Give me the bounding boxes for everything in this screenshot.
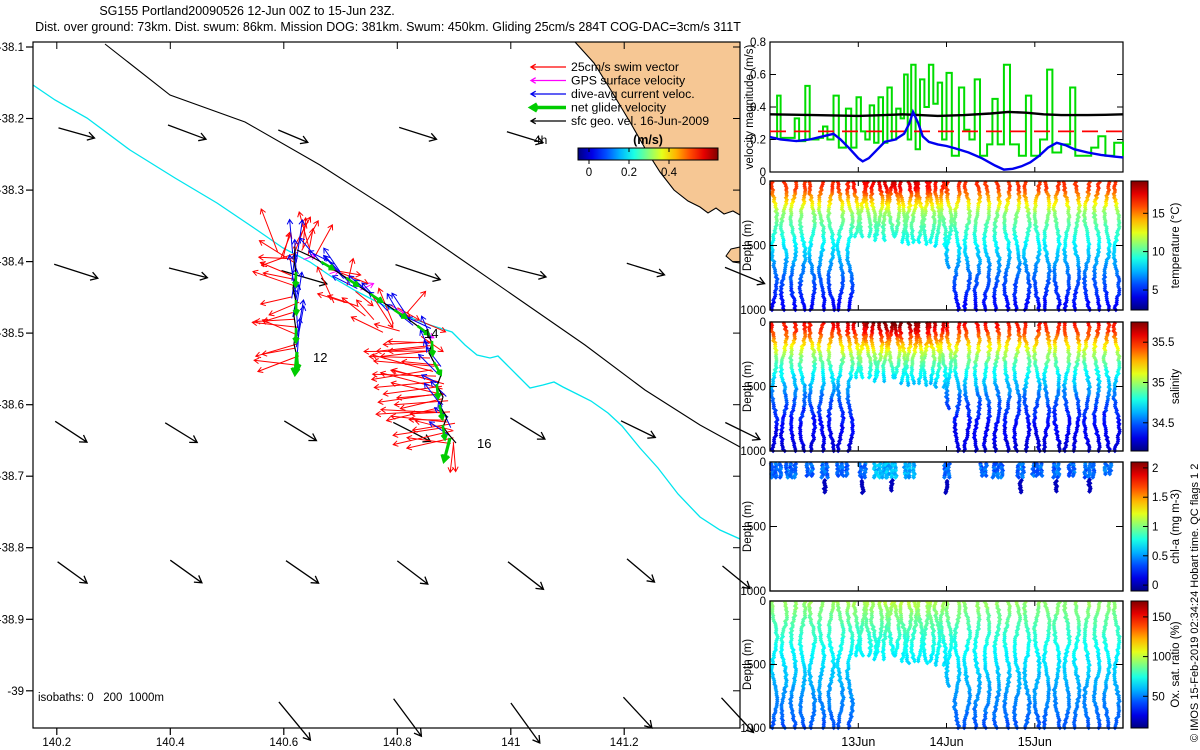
svg-text:140.2: 140.2	[42, 737, 71, 749]
map-panel: 12 14 16 -38.1 -38.2 -38.3 -38.4 -38.5 -38.6 -38.…	[0, 41, 766, 749]
svg-text:10: 10	[1152, 247, 1165, 259]
svg-text:0.2: 0.2	[621, 167, 637, 179]
time-axis-labels: 13Jun 14Jun 15Jun	[841, 735, 1052, 749]
svg-text:Depth (m): Depth (m)	[742, 220, 754, 271]
svg-text:140.4: 140.4	[156, 737, 185, 749]
svg-text:GPS surface velocity: GPS surface velocity	[571, 74, 686, 88]
svg-text:140.6: 140.6	[269, 737, 298, 749]
svg-text:-39: -39	[7, 686, 24, 698]
svg-text:© IMOS 15-Feb-2019 02:34:24 Ho: © IMOS 15-Feb-2019 02:34:24 Hobart time.…	[1189, 464, 1200, 742]
svg-text:-38.8: -38.8	[0, 543, 24, 555]
svg-text:-38.6: -38.6	[0, 400, 24, 412]
svg-text:velocity magnitude (m/s): velocity magnitude (m/s)	[744, 45, 756, 170]
svg-text:-38.5: -38.5	[0, 328, 24, 340]
svg-text:150: 150	[1152, 612, 1171, 624]
svg-text:141.2: 141.2	[610, 737, 639, 749]
svg-text:100: 100	[1152, 652, 1171, 664]
svg-text:temperature (°C): temperature (°C)	[1170, 202, 1182, 288]
svg-text:50: 50	[1152, 691, 1165, 703]
svg-text:15: 15	[1152, 208, 1165, 220]
svg-text:0: 0	[760, 596, 766, 608]
svg-text:chl-a (mg m-3): chl-a (mg m-3)	[1170, 489, 1182, 564]
svg-text:34.5: 34.5	[1152, 418, 1174, 430]
surface-geostrophic-arrows	[54, 124, 766, 745]
svg-text:0: 0	[760, 457, 766, 469]
svg-text:35.5: 35.5	[1152, 337, 1174, 349]
imos-watermark: © IMOS 15-Feb-2019 02:34:24 Hobart time.…	[1189, 464, 1200, 742]
svg-text:1: 1	[1152, 522, 1158, 534]
svg-text:Depth (m): Depth (m)	[742, 639, 754, 690]
svg-text:0: 0	[586, 167, 592, 179]
svg-text:25cm/s swim vector: 25cm/s swim vector	[571, 60, 679, 74]
svg-text:12: 12	[313, 350, 327, 365]
svg-text:sfc geo. vel. 16-Jun-2009: sfc geo. vel. 16-Jun-2009	[571, 114, 709, 128]
svg-text:35: 35	[1152, 378, 1165, 390]
svg-text:net glider velocity: net glider velocity	[571, 101, 667, 115]
chl-a-section: 05001000Depth (m)00.511.52chl-a (mg m-3)	[740, 457, 1182, 598]
velocity-panel: 00.20.40.60.8velocity magnitude (m/s)	[744, 37, 1124, 179]
svg-text:Ox. sat. ratio (%): Ox. sat. ratio (%)	[1170, 621, 1182, 707]
svg-text:-38.3: -38.3	[0, 185, 24, 197]
svg-text:dive-avg current veloc.: dive-avg current veloc.	[571, 87, 695, 101]
svg-text:1.5: 1.5	[1152, 492, 1168, 504]
svg-text:Depth (m): Depth (m)	[742, 361, 754, 412]
svg-text:0: 0	[760, 176, 766, 188]
figure-canvas: SG155 Portland20090526 12-Jun 00Z to 15-…	[0, 0, 1200, 750]
svg-text:0: 0	[1152, 580, 1158, 592]
svg-text:salinity: salinity	[1170, 369, 1182, 404]
svg-text:(m/s): (m/s)	[633, 133, 663, 147]
oxygen-section: 05001000Depth (m)50100150Ox. sat. ratio …	[740, 596, 1182, 735]
svg-text:2: 2	[1152, 463, 1158, 475]
svg-text:-38.2: -38.2	[0, 114, 24, 126]
svg-text:-38.4: -38.4	[0, 257, 25, 269]
svg-text:0: 0	[760, 317, 766, 329]
svg-text:14: 14	[424, 326, 438, 341]
svg-text:Depth (m): Depth (m)	[742, 501, 754, 552]
svg-text:15Jun: 15Jun	[1018, 735, 1052, 749]
svg-text:13Jun: 13Jun	[841, 735, 875, 749]
plot-area: 12 14 16 -38.1 -38.2 -38.3 -38.4 -38.5 -38.6 -38.…	[0, 0, 1200, 750]
svg-text:-38.7: -38.7	[0, 471, 24, 483]
svg-text:140.8: 140.8	[383, 737, 412, 749]
svg-text:1000: 1000	[740, 305, 766, 317]
svg-text:141: 141	[501, 737, 520, 749]
svg-text:16: 16	[477, 436, 491, 451]
svg-text:-38.9: -38.9	[0, 614, 24, 626]
svg-text:-38.1: -38.1	[0, 42, 24, 54]
salinity-section: 05001000Depth (m)34.53535.5salinity	[740, 317, 1182, 458]
svg-text:0.5: 0.5	[1152, 551, 1168, 563]
temperature-section: 05001000Depth (m)51015 temperature (°C)	[740, 176, 1182, 317]
svg-text:0.4: 0.4	[661, 167, 678, 179]
svg-text:1000: 1000	[740, 723, 766, 735]
svg-text:isobaths: 0 200 1000m: isobaths: 0 200 1000m	[38, 692, 164, 704]
isobaths-note: isobaths: 0 200 1000m	[38, 692, 164, 704]
svg-text:5: 5	[1152, 285, 1158, 297]
svg-text:4h: 4h	[534, 133, 547, 147]
svg-text:14Jun: 14Jun	[929, 735, 963, 749]
